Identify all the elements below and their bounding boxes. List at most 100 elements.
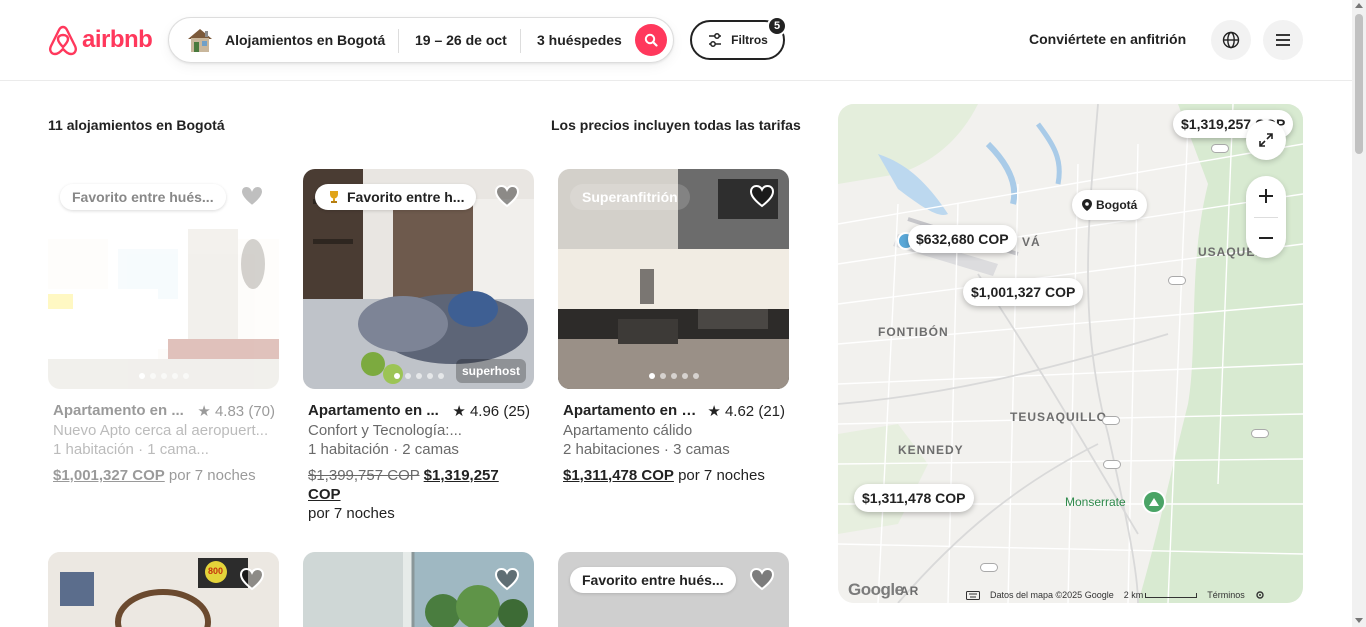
listing-details: 2 habitaciones · 3 camas xyxy=(563,441,730,458)
price-amount[interactable]: $1,001,327 COP xyxy=(53,467,165,484)
price-pin[interactable]: $632,680 COP xyxy=(908,225,1017,253)
search-divider xyxy=(520,29,521,53)
price-suffix: por 7 noches xyxy=(308,505,395,522)
expand-map-button[interactable] xyxy=(1246,120,1286,160)
filters-label: Filtros xyxy=(731,33,768,47)
scroll-down-arrow-icon[interactable] xyxy=(1355,618,1363,623)
results-map[interactable]: FONTIBÓN USAQUÉN TEUSAQUILLO KENNEDY VÁ … xyxy=(838,104,1303,603)
google-logo: Google xyxy=(848,580,904,599)
map-terms-link[interactable]: Términos xyxy=(1207,590,1245,600)
minus-icon xyxy=(1259,237,1273,239)
become-host-link[interactable]: Conviértete en anfitrión xyxy=(1029,31,1186,47)
location-pin-icon xyxy=(1082,199,1092,211)
badge-label: Favorito entre hués... xyxy=(72,189,214,205)
listing-price[interactable]: $1,311,478 COP por 7 noches xyxy=(558,466,789,485)
listing-card[interactable]: Favorito entre h... superhost Apartament… xyxy=(303,169,534,523)
map-label: TEUSAQUILLO xyxy=(1010,410,1107,424)
heart-icon[interactable] xyxy=(749,183,775,209)
superhost-badge: Superanfitrión xyxy=(570,184,690,210)
search-guests[interactable]: 3 huéspedes xyxy=(537,32,622,48)
listing-title: Apartamento en K... xyxy=(563,402,703,419)
price-suffix: por 7 noches xyxy=(164,467,256,484)
heart-icon[interactable] xyxy=(239,566,265,592)
tv-sign-label: 800 xyxy=(208,566,224,576)
price-pin[interactable]: $1,311,478 COP xyxy=(854,484,974,512)
heart-icon[interactable] xyxy=(749,566,775,592)
search-location[interactable]: Alojamientos en Bogotá xyxy=(225,32,385,48)
filters-button[interactable]: Filtros 5 xyxy=(690,16,787,60)
badge-label: Favorito entre hués... xyxy=(582,572,724,588)
listing-title: Apartamento en ... xyxy=(53,402,184,419)
map-marker[interactable] xyxy=(1168,276,1186,285)
price-amount[interactable]: $1,311,478 COP xyxy=(563,467,674,484)
plus-icon xyxy=(1259,189,1273,203)
map-scale-label[interactable]: 2 km xyxy=(1124,590,1144,600)
listing-photo[interactable]: Superanfitrión xyxy=(558,169,789,389)
expand-icon xyxy=(1259,133,1273,147)
listing-price[interactable]: $1,399,757 COP $1,319,257 COP por 7 noch… xyxy=(303,466,534,523)
house-icon xyxy=(188,29,212,52)
search-button[interactable] xyxy=(635,24,667,56)
photo-carousel-dots[interactable] xyxy=(393,373,444,379)
city-chip-label: Bogotá xyxy=(1096,198,1138,212)
photo-carousel-dots[interactable] xyxy=(648,373,699,379)
search-dates[interactable]: 19 – 26 de oct xyxy=(415,32,507,48)
results-count: 11 alojamientos en Bogotá xyxy=(48,117,225,133)
heart-icon[interactable] xyxy=(494,183,520,209)
settings-icon[interactable] xyxy=(1255,590,1265,600)
listing-photo[interactable] xyxy=(303,552,534,627)
heart-icon[interactable] xyxy=(239,183,265,209)
listing-rating: ★ 4.96 (25) xyxy=(452,403,530,420)
heart-icon[interactable] xyxy=(494,566,520,592)
map-marker[interactable] xyxy=(1211,144,1229,153)
map-scale-bar xyxy=(1145,592,1198,598)
sliders-icon xyxy=(709,33,722,47)
price-note: Los precios incluyen todas las tarifas xyxy=(551,117,801,133)
guest-favorite-badge: Favorito entre hués... xyxy=(60,184,226,210)
logo-wordmark: airbnb xyxy=(82,26,153,53)
listing-details: 1 habitación · 1 cama... xyxy=(53,441,209,458)
scroll-thumb[interactable] xyxy=(1355,14,1363,154)
listing-card[interactable]: Favorito entre hués... Apartamento en ..… xyxy=(48,169,279,485)
listing-rating: ★ 4.62 (21) xyxy=(707,403,785,420)
listing-subtitle: Apartamento cálido xyxy=(563,422,693,439)
map-marker[interactable] xyxy=(1251,429,1269,438)
photo-carousel-dots[interactable] xyxy=(138,373,189,379)
zoom-controls xyxy=(1246,176,1286,258)
listing-details: 1 habitación · 2 camas xyxy=(308,441,459,458)
badge-label: Superanfitrión xyxy=(582,189,678,205)
map-marker[interactable] xyxy=(1102,416,1120,425)
landmark-mountain-icon xyxy=(1142,490,1166,514)
top-header: airbnb Alojamientos en Bogotá 19 – 26 de… xyxy=(0,0,1352,81)
menu-button[interactable] xyxy=(1263,20,1303,60)
zoom-out-button[interactable] xyxy=(1246,218,1286,258)
listing-price[interactable]: $1,001,327 COP por 7 noches xyxy=(48,466,279,485)
map-label: VÁ xyxy=(1022,235,1041,249)
search-icon xyxy=(644,33,658,47)
map-marker[interactable] xyxy=(980,563,998,572)
filters-count-badge: 5 xyxy=(767,16,787,36)
zoom-in-button[interactable] xyxy=(1246,176,1286,216)
map-tiles xyxy=(838,104,1303,603)
map-data-credit[interactable]: Datos del mapa ©2025 Google xyxy=(990,590,1114,600)
listing-subtitle: Nuevo Apto cerca al aeropuert... xyxy=(53,422,269,439)
listing-photo[interactable]: Favorito entre hués... xyxy=(48,169,279,389)
search-divider xyxy=(398,29,399,53)
language-button[interactable] xyxy=(1211,20,1251,60)
trophy-icon xyxy=(330,191,338,203)
search-bar[interactable]: Alojamientos en Bogotá 19 – 26 de oct 3 … xyxy=(168,17,674,63)
listing-photo[interactable]: 800 xyxy=(48,552,279,627)
listing-card[interactable]: Superanfitrión Apartamento en K... ★ 4.6… xyxy=(558,169,789,485)
listing-subtitle: Confort y Tecnología:... xyxy=(308,422,462,439)
price-pin[interactable]: $1,001,327 COP xyxy=(963,278,1084,306)
listing-photo[interactable]: Favorito entre hués... xyxy=(558,552,789,627)
map-footer: Datos del mapa ©2025 Google 2 km Término… xyxy=(966,590,1265,600)
map-marker[interactable] xyxy=(1103,460,1121,469)
scroll-up-arrow-icon[interactable] xyxy=(1355,3,1363,8)
listing-photo[interactable]: Favorito entre h... superhost xyxy=(303,169,534,389)
listing-title: Apartamento en ... xyxy=(308,402,439,419)
airbnb-logo[interactable]: airbnb xyxy=(48,24,153,56)
keyboard-icon[interactable] xyxy=(966,590,980,600)
city-chip[interactable]: Bogotá xyxy=(1072,190,1148,220)
page-scrollbar[interactable] xyxy=(1352,0,1366,627)
